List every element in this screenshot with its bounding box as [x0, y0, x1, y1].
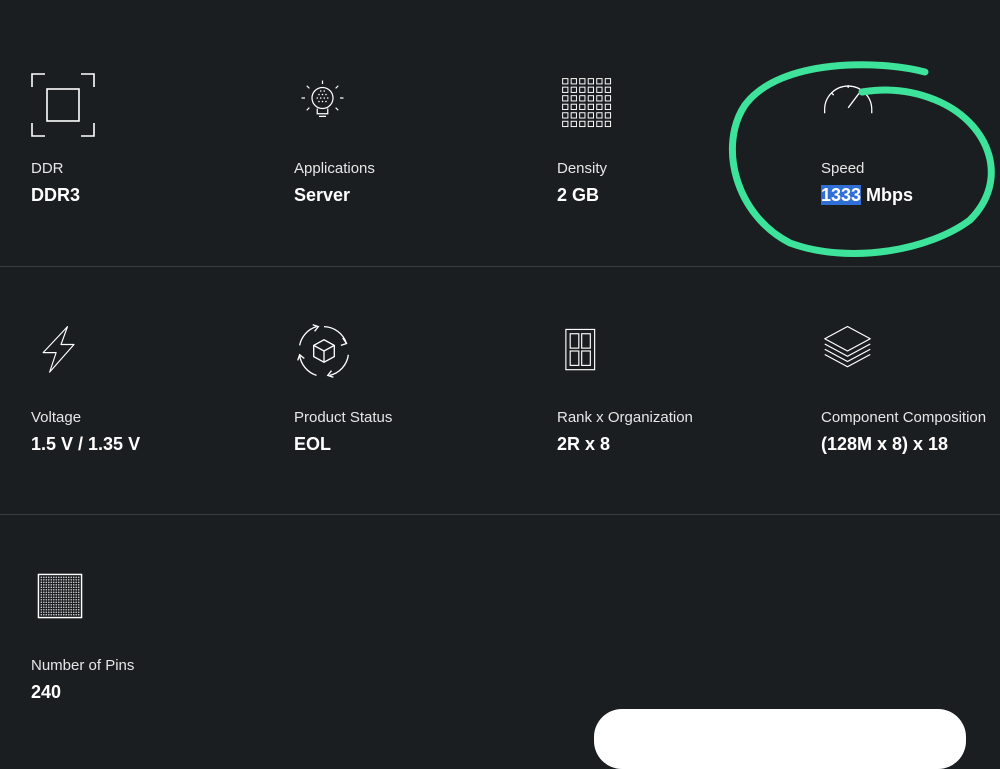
grid-icon — [562, 78, 612, 128]
floating-panel[interactable] — [594, 709, 966, 769]
spec-rank-organization: Rank x Organization 2R x 8 — [557, 267, 807, 497]
lightning-icon — [42, 326, 75, 373]
spec-component-composition: Component Composition (128M x 8) x 18 — [821, 267, 1000, 497]
spec-applications: Applications Server — [294, 19, 544, 249]
spec-value: 240 — [31, 682, 62, 702]
spec-label: Rank x Organization — [557, 409, 693, 426]
spec-value: 1333 Mbps — [821, 185, 913, 206]
spec-ddr: DDR DDR3 — [31, 19, 281, 249]
spec-label: DDR — [31, 160, 64, 177]
spec-speed: Speed 1333 Mbps — [821, 19, 1000, 249]
spec-row-2: Voltage 1.5 V / 1.35 V Product Status EO… — [0, 267, 1000, 514]
spec-value: EOL — [294, 434, 332, 454]
spec-number-of-pins: Number of Pins 240 — [31, 515, 281, 745]
spec-value: Server — [294, 185, 351, 205]
spec-value: 2 GB — [557, 185, 600, 205]
spec-label: Applications — [294, 160, 375, 177]
frame-icon — [31, 73, 95, 137]
spec-label: Speed — [821, 160, 865, 177]
pin-grid-icon — [37, 573, 83, 619]
spec-label: Number of Pins — [31, 657, 135, 674]
spec-voltage: Voltage 1.5 V / 1.35 V — [31, 267, 281, 497]
spec-row-1: DDR DDR3 Applications Server Density 2 G… — [0, 19, 1000, 266]
unit-text: Mbps — [861, 185, 914, 205]
spec-product-status: Product Status EOL — [294, 267, 544, 497]
spec-density: Density 2 GB — [557, 19, 807, 249]
spec-label: Density — [557, 160, 608, 177]
layers-icon — [824, 325, 871, 368]
spec-label: Voltage — [31, 409, 82, 426]
spec-label: Product Status — [294, 409, 393, 426]
spec-value: DDR3 — [31, 185, 81, 205]
lightbulb-icon — [301, 80, 344, 117]
spec-value: (128M x 8) x 18 — [821, 434, 949, 454]
spec-value: 2R x 8 — [557, 434, 611, 454]
speedometer-icon — [823, 85, 873, 114]
spec-label: Component Composition — [821, 409, 987, 426]
cube-cycle-icon — [297, 324, 350, 378]
selected-text[interactable]: 1333 — [821, 185, 862, 205]
spec-value: 1.5 V / 1.35 V — [31, 434, 141, 454]
rank-blocks-icon — [565, 328, 596, 371]
